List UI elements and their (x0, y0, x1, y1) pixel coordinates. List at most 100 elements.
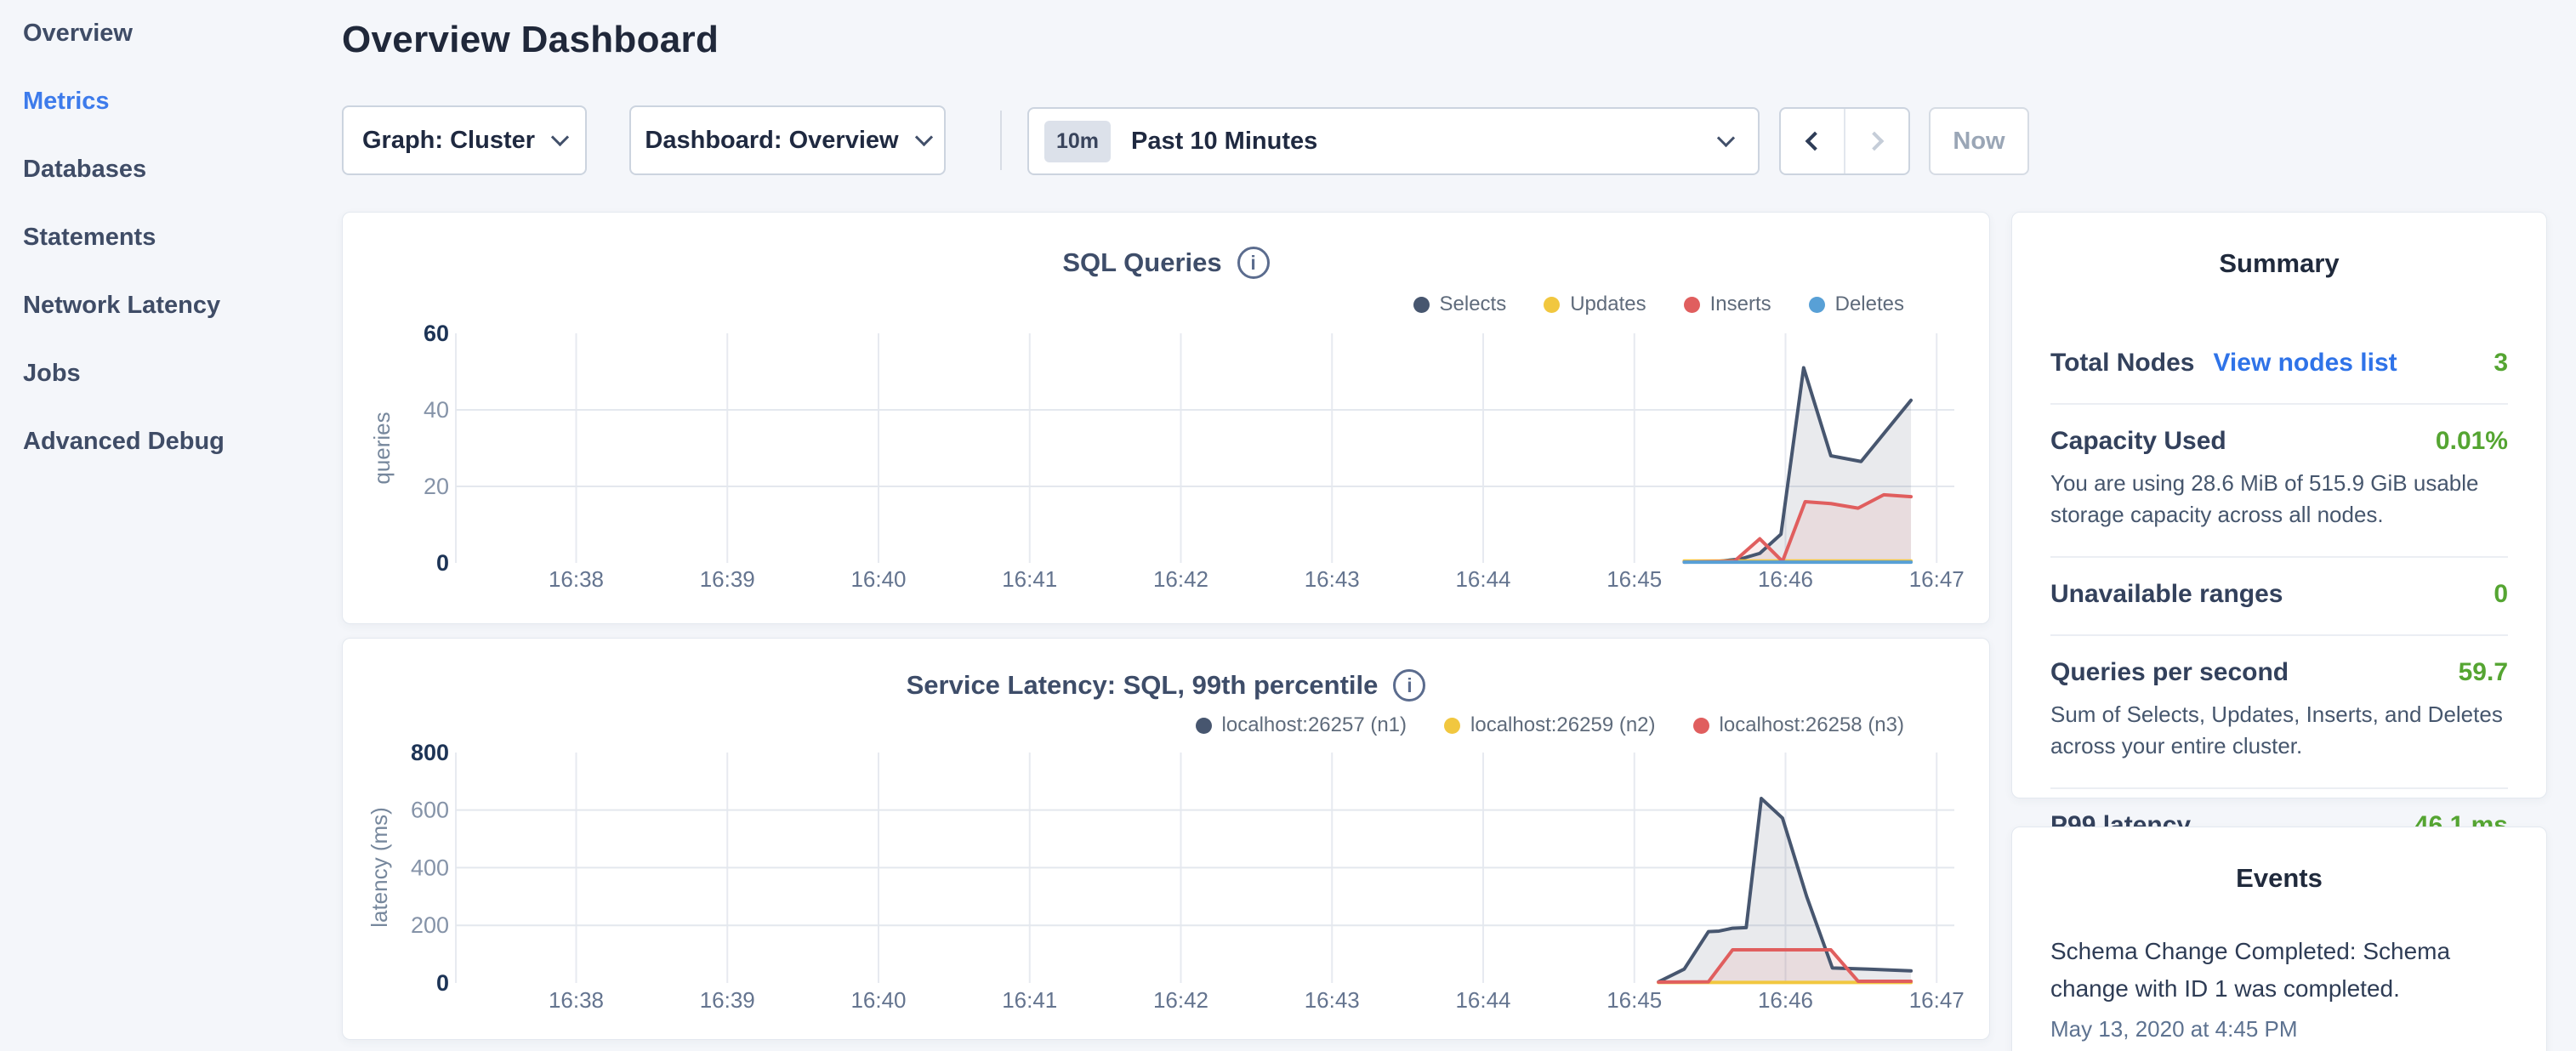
svg-text:16:43: 16:43 (1305, 987, 1360, 1013)
svg-text:latency (ms): latency (ms) (367, 807, 392, 928)
summary-value: 0.01% (2436, 427, 2508, 456)
svg-text:600: 600 (411, 798, 449, 823)
svg-text:16:42: 16:42 (1153, 987, 1208, 1013)
legend-item-deletes[interactable]: Deletes (1809, 293, 1904, 316)
svg-text:queries: queries (369, 412, 395, 484)
legend-item-node2[interactable]: localhost:26259 (n2) (1444, 713, 1655, 737)
svg-text:40: 40 (424, 397, 449, 423)
summary-row-unavailable-ranges: Unavailable ranges 0 (2050, 558, 2508, 636)
summary-label: Unavailable ranges (2050, 580, 2283, 609)
svg-text:16:42: 16:42 (1153, 566, 1208, 592)
summary-label: Total Nodes (2050, 349, 2194, 378)
sidebar-item-databases[interactable]: Databases (23, 156, 329, 224)
event-item[interactable]: Schema Change Completed: Schema change w… (2050, 933, 2508, 1042)
summary-value: 0 (2494, 580, 2508, 609)
legend-label: Selects (1440, 293, 1507, 316)
chevron-right-icon (1865, 132, 1885, 151)
svg-text:20: 20 (424, 474, 449, 499)
summary-description: You are using 28.6 MiB of 515.9 GiB usab… (2050, 468, 2508, 531)
overview-dashboard-page: Overview Metrics Databases Statements Ne… (0, 0, 2576, 1051)
legend-item-node1[interactable]: localhost:26257 (n1) (1196, 713, 1407, 737)
legend-label: Deletes (1835, 293, 1904, 316)
svg-text:16:38: 16:38 (549, 987, 604, 1013)
sidebar-item-metrics[interactable]: Metrics (23, 88, 329, 156)
legend-dot (1693, 718, 1709, 734)
sidebar-item-jobs[interactable]: Jobs (23, 360, 329, 428)
graph-scope-dropdown[interactable]: Graph: Cluster (342, 105, 587, 175)
sidebar-item-overview[interactable]: Overview (23, 20, 329, 88)
chart-legend: localhost:26257 (n1) localhost:26259 (n2… (1196, 713, 1904, 737)
svg-text:16:44: 16:44 (1455, 566, 1510, 592)
legend-label: localhost:26257 (n1) (1222, 713, 1407, 737)
svg-text:200: 200 (411, 912, 449, 938)
summary-row-queries-per-second: Queries per second 59.7 Sum of Selects, … (2050, 636, 2508, 789)
legend-label: localhost:26258 (n3) (1720, 713, 1904, 737)
chevron-down-icon (914, 128, 932, 145)
sidebar-item-advanced-debug[interactable]: Advanced Debug (23, 428, 329, 496)
svg-text:16:43: 16:43 (1305, 566, 1360, 592)
event-text: Schema Change Completed: Schema change w… (2050, 933, 2508, 1008)
chart-title: SQL Queries (1062, 247, 1221, 278)
page-title: Overview Dashboard (342, 19, 719, 61)
time-step-back-button[interactable] (1781, 109, 1844, 173)
sidebar-nav: Overview Metrics Databases Statements Ne… (23, 20, 329, 496)
legend-item-inserts[interactable]: Inserts (1684, 293, 1771, 316)
now-button[interactable]: Now (1929, 107, 2029, 175)
legend-label: Updates (1570, 293, 1646, 316)
svg-text:0: 0 (436, 970, 449, 996)
legend-label: localhost:26259 (n2) (1470, 713, 1655, 737)
summary-row-total-nodes: Total Nodes View nodes list 3 (2050, 327, 2508, 405)
legend-dot (1196, 718, 1212, 734)
svg-text:0: 0 (436, 550, 449, 576)
toolbar-divider (1000, 111, 1002, 170)
svg-text:16:38: 16:38 (549, 566, 604, 592)
chart-title: Service Latency: SQL, 99th percentile (907, 670, 1379, 701)
time-range-badge: 10m (1044, 121, 1111, 162)
legend-label: Inserts (1710, 293, 1771, 316)
info-icon[interactable]: i (1237, 247, 1270, 279)
graph-scope-label: Graph: Cluster (362, 127, 535, 155)
svg-text:400: 400 (411, 855, 449, 880)
event-timestamp: May 13, 2020 at 4:45 PM (2050, 1016, 2508, 1042)
svg-text:16:41: 16:41 (1002, 987, 1057, 1013)
legend-item-updates[interactable]: Updates (1544, 293, 1646, 316)
legend-dot (1544, 297, 1560, 313)
legend-dot (1444, 718, 1460, 734)
time-range-dropdown[interactable]: 10m Past 10 Minutes (1027, 107, 1760, 175)
summary-label: Capacity Used (2050, 427, 2226, 456)
svg-text:16:45: 16:45 (1606, 566, 1662, 592)
sidebar-item-statements[interactable]: Statements (23, 224, 329, 292)
events-panel: Events Schema Change Completed: Schema c… (2011, 827, 2547, 1051)
svg-text:16:45: 16:45 (1606, 987, 1662, 1013)
legend-item-node3[interactable]: localhost:26258 (n3) (1693, 713, 1904, 737)
summary-value: 3 (2494, 349, 2508, 378)
svg-text:60: 60 (424, 321, 449, 346)
view-nodes-list-link[interactable]: View nodes list (2213, 349, 2397, 378)
svg-text:16:46: 16:46 (1758, 566, 1813, 592)
time-range-label: Past 10 Minutes (1131, 128, 1720, 156)
svg-text:16:47: 16:47 (1909, 566, 1965, 592)
svg-text:16:40: 16:40 (850, 987, 906, 1013)
svg-text:16:47: 16:47 (1909, 987, 1965, 1013)
legend-dot (1684, 297, 1700, 313)
chart-legend: Selects Updates Inserts Deletes (1413, 293, 1905, 316)
sidebar-item-network-latency[interactable]: Network Latency (23, 292, 329, 360)
chevron-left-icon (1805, 132, 1825, 151)
chevron-down-icon (551, 128, 569, 145)
service-latency-chart-card: 16:3816:3916:4016:4116:4216:4316:4416:45… (342, 638, 1990, 1040)
svg-text:16:39: 16:39 (700, 987, 755, 1013)
svg-text:16:39: 16:39 (700, 566, 755, 592)
info-icon[interactable]: i (1393, 669, 1425, 702)
svg-text:16:40: 16:40 (850, 566, 906, 592)
summary-label: Queries per second (2050, 658, 2289, 687)
svg-text:16:46: 16:46 (1758, 987, 1813, 1013)
summary-row-capacity-used: Capacity Used 0.01% You are using 28.6 M… (2050, 405, 2508, 558)
summary-value: 59.7 (2459, 658, 2508, 687)
dashboard-label: Dashboard: Overview (645, 127, 898, 155)
sql-queries-chart-card: 16:38 16:39 16:40 16:41 16:42 16:43 16:44 16:45… (342, 212, 1990, 624)
svg-text:16:41: 16:41 (1002, 566, 1057, 592)
svg-text:800: 800 (411, 740, 449, 765)
legend-item-selects[interactable]: Selects (1413, 293, 1507, 316)
dashboard-dropdown[interactable]: Dashboard: Overview (629, 105, 946, 175)
time-step-forward-button[interactable] (1844, 109, 1908, 173)
